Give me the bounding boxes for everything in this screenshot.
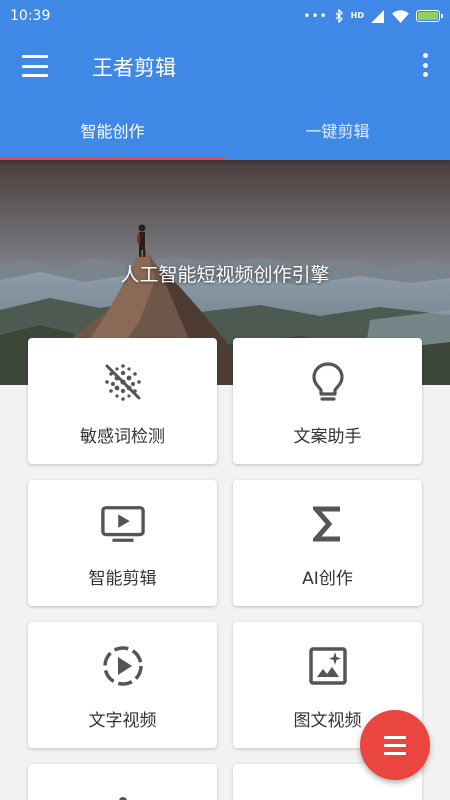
feature-card-partial-left[interactable]: [28, 764, 217, 800]
notification-dots-icon: •••: [303, 9, 328, 23]
feature-label: 文案助手: [293, 427, 362, 447]
feature-label: 智能剪辑: [88, 569, 157, 589]
sensitive-word-icon: [101, 360, 145, 404]
feature-card-text-video[interactable]: 文字视频: [28, 622, 217, 748]
network-type-label: HD: [350, 11, 364, 20]
signal-icon: [371, 9, 384, 23]
battery-icon: [416, 10, 443, 22]
banner-slogan: 人工智能短视频创作引擎: [120, 264, 330, 286]
feature-card-copywriting[interactable]: 文案助手: [233, 338, 422, 464]
tab-smart-create[interactable]: 智能创作: [0, 100, 225, 160]
broadcast-icon: [306, 784, 350, 800]
image-sparkle-icon: [306, 644, 350, 688]
status-bar: 10:39 ••• HD: [0, 0, 450, 32]
status-icons: ••• HD: [303, 9, 443, 23]
feature-label: 图文视频: [293, 711, 362, 731]
menu-icon[interactable]: [22, 55, 48, 77]
lightbulb-icon: [306, 360, 350, 404]
bluetooth-icon: [335, 9, 343, 23]
wifi-icon: [392, 9, 409, 23]
feature-label: AI创作: [302, 569, 353, 589]
status-time: 10:39: [10, 8, 51, 24]
feature-label: 敏感词检测: [80, 427, 165, 447]
feature-card-smart-edit[interactable]: 智能剪辑: [28, 480, 217, 606]
tab-bar: 智能创作 一键剪辑: [0, 100, 450, 160]
fab-menu-button[interactable]: [360, 710, 430, 780]
app-bar: 王者剪辑: [0, 32, 450, 100]
feature-card-sensitive-words[interactable]: 敏感词检测: [28, 338, 217, 464]
tv-play-icon: [100, 502, 145, 546]
sigma-icon: [306, 502, 350, 546]
app-title: 王者剪辑: [92, 56, 176, 80]
feature-card-ai-create[interactable]: AI创作: [233, 480, 422, 606]
dashed-play-circle-icon: [101, 644, 145, 688]
more-options-icon[interactable]: [422, 53, 428, 77]
feature-label: 文字视频: [88, 711, 157, 731]
tab-one-click-edit[interactable]: 一键剪辑: [225, 100, 450, 160]
microphone-icon: [101, 786, 145, 800]
fab-menu-icon: [384, 735, 406, 739]
